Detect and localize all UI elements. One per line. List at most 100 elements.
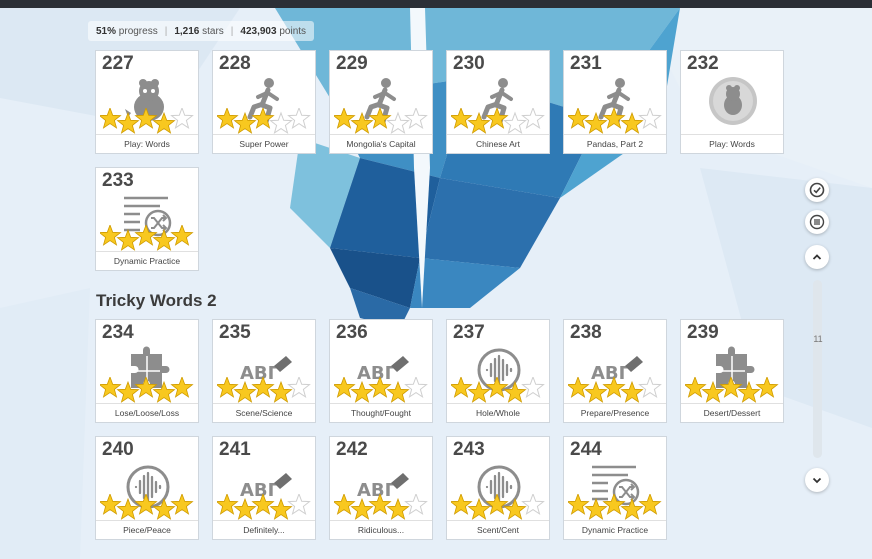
lesson-title: Piece/Peace [96,520,198,539]
star-icon [485,108,509,129]
lesson-title: Play: Words [681,134,783,153]
points-stat: 423,903 points [240,25,307,37]
lesson-card-243[interactable]: 243 Scent/Cent [446,436,550,540]
star-icon [334,494,356,515]
lesson-card-236[interactable]: 236 АВГ Thought/Fought [329,319,433,423]
lesson-card-231[interactable]: 231 Pandas, Part 2 [563,50,667,154]
lesson-card-230[interactable]: 230 Chinese Art [446,50,550,154]
star-icon [521,494,545,516]
lesson-card-239[interactable]: 239 Desert/Dessert [680,319,784,423]
lesson-title: Play: Words [96,134,198,153]
star-icon [287,108,311,130]
star-icon [602,494,626,515]
star-icon [170,225,194,246]
star-icon [100,494,122,515]
star-icon [638,377,662,399]
lesson-card-238[interactable]: 238 АВГ Prepare/Presence [563,319,667,423]
lesson-title: Super Power [213,134,315,153]
menu-icon [809,214,825,230]
star-icon [170,377,194,398]
lesson-card-240[interactable]: 240 Piece/Peace [95,436,199,540]
scroll-up-button[interactable] [805,245,829,269]
lesson-card-233[interactable]: 233 Dynamic Practice [95,167,199,271]
star-icon [100,108,122,129]
lesson-title: Desert/Dessert [681,403,783,422]
divider: | [230,25,234,37]
star-icon [100,377,122,398]
lesson-title: Definitely... [213,520,315,539]
star-icon [755,377,779,398]
check-circle-icon [809,182,825,198]
check-progress-button[interactable] [805,178,829,202]
star-icon [134,108,158,129]
star-icon [287,494,311,516]
star-icon [368,377,392,398]
side-navigation: 11 [804,176,832,496]
star-icon [251,377,275,398]
lesson-card-229[interactable]: 229 Mongolia's Capital [329,50,433,154]
lesson-card-232[interactable]: 232 Play: Words [680,50,784,154]
star-icon [217,108,239,129]
star-icon [568,377,590,398]
chevron-down-icon [812,477,822,484]
star-icon [334,377,356,398]
lesson-card-241[interactable]: 241 АВГ Definitely... [212,436,316,540]
star-icon [287,377,311,399]
lesson-card-237[interactable]: 237 Hole/Whole [446,319,550,423]
lesson-title: Scent/Cent [447,520,549,539]
lesson-title: Ridiculous... [330,520,432,539]
stars-stat: 1,216 stars [174,25,224,37]
star-icon [485,377,509,398]
scroll-track[interactable] [813,280,822,458]
star-icon [404,494,428,516]
star-icon [170,108,194,130]
lesson-title: Lose/Loose/Loss [96,403,198,422]
lesson-title: Pandas, Part 2 [564,134,666,153]
lesson-grid-tricky-words: 234 Lose/Loose/Loss 235 АВГ Scene/Science 236… [95,319,785,540]
star-icon [134,494,158,515]
star-icon [217,377,239,398]
page-number: 11 [813,334,823,344]
star-icon [485,494,509,515]
star-icon [602,108,626,129]
star-icon [134,225,158,246]
star-icon [170,494,194,515]
star-icon [368,108,392,129]
star-icon [451,108,473,129]
progress-summary: 51% progress | 1,216 stars | 423,903 poi… [88,21,315,41]
lesson-card-227[interactable]: 227 Play: Words [95,50,199,154]
star-icon [451,377,473,398]
star-icon [602,377,626,398]
star-icon [100,225,122,246]
star-icon [638,494,662,515]
lesson-title: Dynamic Practice [564,520,666,539]
lesson-title: Scene/Science [213,403,315,422]
scroll-down-button[interactable] [805,468,829,492]
menu-button[interactable] [805,210,829,234]
progress-stat: 51% progress [96,25,158,37]
star-icon [404,108,428,130]
lesson-title: Mongolia's Capital [330,134,432,153]
lesson-card-228[interactable]: 228 Super Power [212,50,316,154]
locked-creature-icon [681,71,785,131]
lesson-title: Prepare/Presence [564,403,666,422]
lesson-title: Thought/Fought [330,403,432,422]
star-icon [568,494,590,515]
star-icon [368,494,392,515]
lesson-card-242[interactable]: 242 АВГ Ridiculous... [329,436,433,540]
star-icon [404,377,428,399]
star-icon [685,377,707,398]
star-icon [451,494,473,515]
star-icon [638,108,662,130]
star-icon [251,494,275,515]
lesson-title: Hole/Whole [447,403,549,422]
lesson-card-235[interactable]: 235 АВГ Scene/Science [212,319,316,423]
divider: | [164,25,168,37]
lesson-card-234[interactable]: 234 Lose/Loose/Loss [95,319,199,423]
section-title: Tricky Words 2 [96,291,217,310]
star-icon [334,108,356,129]
lesson-card-244[interactable]: 244 Dynamic Practice [563,436,667,540]
star-icon [251,108,275,129]
star-icon [521,377,545,399]
top-bar [0,0,872,8]
